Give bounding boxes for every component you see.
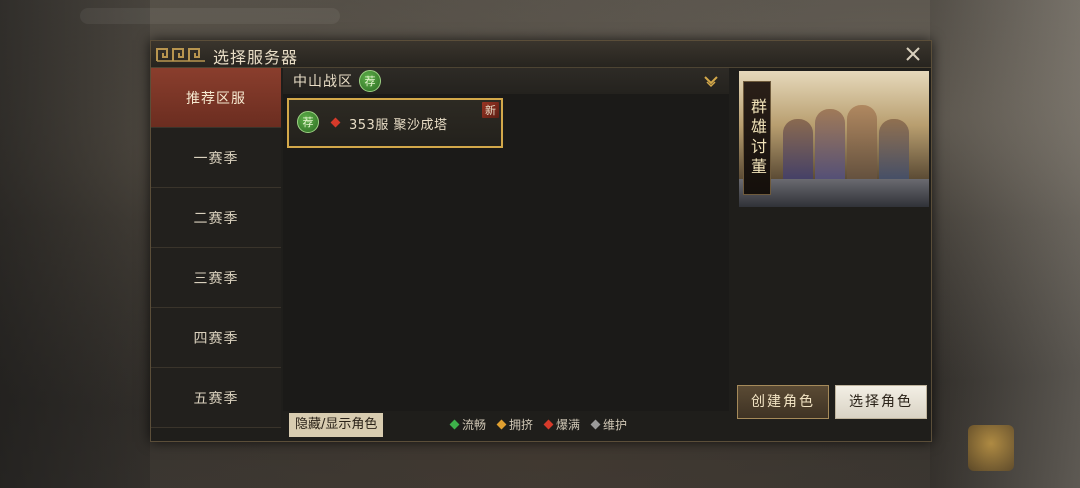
background-blurred-text — [80, 8, 340, 24]
dialog-title: 选择服务器 — [213, 48, 299, 67]
banner-figure — [847, 105, 877, 189]
legend-maintenance: 维护 — [590, 416, 628, 433]
server-name: 353服 聚沙成塔 — [349, 118, 448, 133]
sidebar-item-label: 五赛季 — [193, 390, 239, 407]
sidebar-item-season-3[interactable]: 三赛季 — [151, 248, 281, 308]
status-full-icon — [543, 419, 554, 430]
new-server-tag: 新 — [482, 102, 499, 118]
background-right — [930, 0, 1080, 488]
status-maintenance-icon — [590, 419, 601, 430]
title-ornament-icon — [156, 48, 205, 62]
sidebar-item-season-4[interactable]: 四赛季 — [151, 308, 281, 368]
close-icon[interactable] — [903, 44, 923, 64]
legend-smooth: 流畅 — [449, 416, 487, 433]
server-list-panel: 中山战区 荐 荐 353服 聚沙成塔 新 — [283, 68, 729, 411]
sidebar-item-season-1[interactable]: 一赛季 — [151, 128, 281, 188]
sidebar-item-label: 推荐区服 — [186, 90, 246, 107]
background-gold-icon — [968, 425, 1014, 471]
legend-crowded: 拥挤 — [496, 416, 534, 433]
legend-label: 流畅 — [462, 418, 487, 432]
select-role-button[interactable]: 选择角色 — [835, 385, 927, 419]
sidebar-item-label: 二赛季 — [193, 210, 239, 227]
dialog-titlebar: 选择服务器 — [151, 41, 931, 68]
banner-figure — [815, 109, 845, 189]
toggle-roles-button[interactable]: 隐藏/显示角色 — [289, 413, 384, 437]
legend-label: 爆满 — [556, 418, 581, 432]
legend-full: 爆满 — [543, 416, 581, 433]
recommended-badge: 荐 — [297, 111, 319, 133]
status-full-icon — [330, 117, 341, 128]
status-crowded-icon — [496, 419, 507, 430]
recommended-badge: 荐 — [359, 70, 381, 92]
sidebar-item-recommended[interactable]: 推荐区服 — [151, 68, 281, 128]
event-banner: 群雄讨董 — [739, 71, 929, 207]
season-sidebar: 推荐区服 一赛季 二赛季 三赛季 四赛季 五赛季 — [151, 68, 281, 428]
server-select-dialog: 选择服务器 推荐区服 一赛季 二赛季 三赛季 四赛季 五赛季 中山战区 荐 荐 … — [150, 40, 932, 442]
create-role-button[interactable]: 创建角色 — [737, 385, 829, 419]
toggle-roles-area: 隐藏/显示角色 — [289, 413, 399, 437]
legend-label: 维护 — [603, 418, 628, 432]
background-left — [0, 0, 150, 488]
server-status-legend: 流畅 拥挤 爆满 维护 — [449, 416, 628, 433]
zone-name: 中山战区 — [293, 74, 353, 90]
server-entry-353[interactable]: 荐 353服 聚沙成塔 新 — [287, 98, 503, 148]
status-smooth-icon — [449, 419, 460, 430]
banner-title: 群雄讨董 — [743, 81, 771, 195]
sidebar-item-label: 一赛季 — [193, 150, 239, 167]
sidebar-item-label: 四赛季 — [193, 330, 239, 347]
chevron-down-icon[interactable] — [703, 73, 719, 89]
sidebar-item-season-5[interactable]: 五赛季 — [151, 368, 281, 428]
sidebar-item-label: 三赛季 — [193, 270, 239, 287]
zone-header[interactable]: 中山战区 荐 — [283, 68, 729, 94]
legend-label: 拥挤 — [509, 418, 534, 432]
sidebar-item-season-2[interactable]: 二赛季 — [151, 188, 281, 248]
